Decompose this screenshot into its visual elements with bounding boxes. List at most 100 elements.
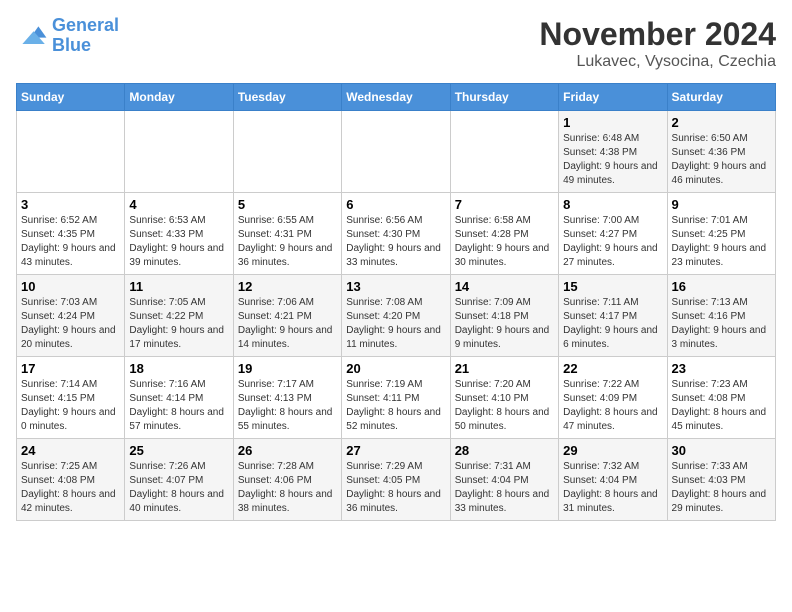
day-number: 25 (129, 443, 228, 458)
calendar-cell: 13 Sunrise: 7:08 AM Sunset: 4:20 PM Dayli… (342, 275, 450, 357)
calendar-cell (17, 111, 125, 193)
calendar-cell: 30 Sunrise: 7:33 AM Sunset: 4:03 PM Dayli… (667, 439, 775, 521)
calendar-cell: 8 Sunrise: 7:00 AM Sunset: 4:27 PM Daylig… (559, 193, 667, 275)
calendar-header: SundayMondayTuesdayWednesdayThursdayFrid… (17, 84, 776, 111)
day-number: 17 (21, 361, 120, 376)
day-number: 14 (455, 279, 554, 294)
calendar-cell: 27Sunrise: 7:29 AM Sunset: 4:05 PM Dayli… (342, 439, 450, 521)
day-number: 20 (346, 361, 445, 376)
col-header-tuesday: Tuesday (233, 84, 341, 111)
day-info: Sunrise: 6:55 AM Sunset: 4:31 PM Dayligh… (238, 214, 337, 270)
day-info: Sunrise: 7:32 AM Sunset: 4:04 PM Dayligh… (563, 460, 662, 516)
logo-text: General Blue (52, 16, 119, 56)
day-info: Sunrise: 7:17 AM Sunset: 4:13 PM Dayligh… (238, 378, 337, 434)
day-info: Sunrise: 7:31 AM Sunset: 4:04 PM Dayligh… (455, 460, 554, 516)
col-header-thursday: Thursday (450, 84, 558, 111)
day-number: 30 (672, 443, 771, 458)
day-number: 9 (672, 197, 771, 212)
day-info: Sunrise: 7:11 AM Sunset: 4:17 PM Dayligh… (563, 296, 662, 352)
calendar-cell: 7 Sunrise: 6:58 AM Sunset: 4:28 PM Daylig… (450, 193, 558, 275)
logo-line2: Blue (52, 35, 91, 55)
calendar-cell: 16 Sunrise: 7:13 AM Sunset: 4:16 PM Dayli… (667, 275, 775, 357)
day-info: Sunrise: 7:28 AM Sunset: 4:06 PM Dayligh… (238, 460, 337, 516)
day-info: Sunrise: 6:56 AM Sunset: 4:30 PM Dayligh… (346, 214, 445, 270)
day-number: 13 (346, 279, 445, 294)
calendar-cell: 15 Sunrise: 7:11 AM Sunset: 4:17 PM Dayli… (559, 275, 667, 357)
calendar-cell: 22 Sunrise: 7:22 AM Sunset: 4:09 PM Dayli… (559, 357, 667, 439)
day-info: Sunrise: 6:53 AM Sunset: 4:33 PM Dayligh… (129, 214, 228, 270)
day-info: Sunrise: 7:01 AM Sunset: 4:25 PM Dayligh… (672, 214, 771, 270)
day-number: 23 (672, 361, 771, 376)
calendar-cell: 2Sunrise: 6:50 AM Sunset: 4:36 PM Daylig… (667, 111, 775, 193)
col-header-saturday: Saturday (667, 84, 775, 111)
col-header-sunday: Sunday (17, 84, 125, 111)
day-number: 8 (563, 197, 662, 212)
day-number: 18 (129, 361, 228, 376)
location-subtitle: Lukavec, Vysocina, Czechia (539, 53, 776, 71)
day-info: Sunrise: 7:13 AM Sunset: 4:16 PM Dayligh… (672, 296, 771, 352)
day-info: Sunrise: 7:33 AM Sunset: 4:03 PM Dayligh… (672, 460, 771, 516)
day-number: 28 (455, 443, 554, 458)
day-info: Sunrise: 7:06 AM Sunset: 4:21 PM Dayligh… (238, 296, 337, 352)
logo-line1: General (52, 15, 119, 35)
day-info: Sunrise: 7:00 AM Sunset: 4:27 PM Dayligh… (563, 214, 662, 270)
day-info: Sunrise: 6:52 AM Sunset: 4:35 PM Dayligh… (21, 214, 120, 270)
day-number: 12 (238, 279, 337, 294)
calendar-cell: 1Sunrise: 6:48 AM Sunset: 4:38 PM Daylig… (559, 111, 667, 193)
calendar-cell (233, 111, 341, 193)
calendar-cell: 5 Sunrise: 6:55 AM Sunset: 4:31 PM Daylig… (233, 193, 341, 275)
col-header-wednesday: Wednesday (342, 84, 450, 111)
calendar-cell: 3Sunrise: 6:52 AM Sunset: 4:35 PM Daylig… (17, 193, 125, 275)
day-info: Sunrise: 7:20 AM Sunset: 4:10 PM Dayligh… (455, 378, 554, 434)
month-title: November 2024 (539, 16, 776, 53)
day-info: Sunrise: 7:22 AM Sunset: 4:09 PM Dayligh… (563, 378, 662, 434)
logo: General Blue (16, 16, 119, 56)
day-info: Sunrise: 7:19 AM Sunset: 4:11 PM Dayligh… (346, 378, 445, 434)
day-info: Sunrise: 6:58 AM Sunset: 4:28 PM Dayligh… (455, 214, 554, 270)
calendar-cell: 4Sunrise: 6:53 AM Sunset: 4:33 PM Daylig… (125, 193, 233, 275)
day-info: Sunrise: 7:29 AM Sunset: 4:05 PM Dayligh… (346, 460, 445, 516)
calendar-cell: 20 Sunrise: 7:19 AM Sunset: 4:11 PM Dayli… (342, 357, 450, 439)
calendar-week-2: 3Sunrise: 6:52 AM Sunset: 4:35 PM Daylig… (17, 193, 776, 275)
calendar-cell: 21 Sunrise: 7:20 AM Sunset: 4:10 PM Dayli… (450, 357, 558, 439)
calendar-week-1: 1Sunrise: 6:48 AM Sunset: 4:38 PM Daylig… (17, 111, 776, 193)
calendar-cell: 14Sunrise: 7:09 AM Sunset: 4:18 PM Dayli… (450, 275, 558, 357)
calendar-table: SundayMondayTuesdayWednesdayThursdayFrid… (16, 83, 776, 521)
day-number: 15 (563, 279, 662, 294)
day-number: 6 (346, 197, 445, 212)
calendar-cell: 26 Sunrise: 7:28 AM Sunset: 4:06 PM Dayli… (233, 439, 341, 521)
day-number: 5 (238, 197, 337, 212)
calendar-cell (450, 111, 558, 193)
day-info: Sunrise: 7:08 AM Sunset: 4:20 PM Dayligh… (346, 296, 445, 352)
calendar-week-3: 10Sunrise: 7:03 AM Sunset: 4:24 PM Dayli… (17, 275, 776, 357)
col-header-monday: Monday (125, 84, 233, 111)
day-number: 22 (563, 361, 662, 376)
page-header: General Blue November 2024 Lukavec, Vyso… (16, 16, 776, 71)
day-number: 10 (21, 279, 120, 294)
day-info: Sunrise: 7:05 AM Sunset: 4:22 PM Dayligh… (129, 296, 228, 352)
day-info: Sunrise: 7:26 AM Sunset: 4:07 PM Dayligh… (129, 460, 228, 516)
calendar-cell: 10Sunrise: 7:03 AM Sunset: 4:24 PM Dayli… (17, 275, 125, 357)
day-number: 1 (563, 115, 662, 130)
calendar-cell (125, 111, 233, 193)
day-number: 26 (238, 443, 337, 458)
day-number: 2 (672, 115, 771, 130)
day-number: 11 (129, 279, 228, 294)
calendar-cell: 28 Sunrise: 7:31 AM Sunset: 4:04 PM Dayli… (450, 439, 558, 521)
calendar-cell: 25 Sunrise: 7:26 AM Sunset: 4:07 PM Dayli… (125, 439, 233, 521)
day-info: Sunrise: 7:16 AM Sunset: 4:14 PM Dayligh… (129, 378, 228, 434)
calendar-cell: 29Sunrise: 7:32 AM Sunset: 4:04 PM Dayli… (559, 439, 667, 521)
col-header-friday: Friday (559, 84, 667, 111)
logo-icon (16, 20, 48, 52)
day-info: Sunrise: 7:25 AM Sunset: 4:08 PM Dayligh… (21, 460, 120, 516)
day-number: 19 (238, 361, 337, 376)
calendar-cell: 17Sunrise: 7:14 AM Sunset: 4:15 PM Dayli… (17, 357, 125, 439)
day-number: 16 (672, 279, 771, 294)
calendar-cell: 11 Sunrise: 7:05 AM Sunset: 4:22 PM Dayli… (125, 275, 233, 357)
calendar-cell: 19 Sunrise: 7:17 AM Sunset: 4:13 PM Dayli… (233, 357, 341, 439)
day-number: 7 (455, 197, 554, 212)
day-number: 24 (21, 443, 120, 458)
calendar-cell: 12 Sunrise: 7:06 AM Sunset: 4:21 PM Dayli… (233, 275, 341, 357)
day-number: 21 (455, 361, 554, 376)
calendar-week-5: 24 Sunrise: 7:25 AM Sunset: 4:08 PM Dayli… (17, 439, 776, 521)
